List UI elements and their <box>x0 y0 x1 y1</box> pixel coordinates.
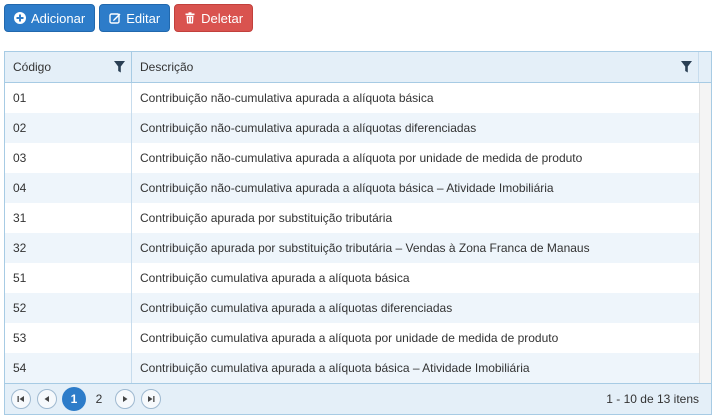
edit-button-label: Editar <box>126 10 161 26</box>
edit-icon <box>109 12 121 24</box>
column-header-code[interactable]: Código <box>5 52 132 82</box>
cell-description: Contribuição cumulativa apurada a alíquo… <box>140 361 530 375</box>
table-row[interactable]: 04 Contribuição não-cumulativa apurada a… <box>5 173 699 203</box>
cell-description: Contribuição não-cumulativa apurada a al… <box>140 121 477 135</box>
last-page-button[interactable] <box>141 389 161 409</box>
column-header-description-label: Descrição <box>140 60 194 74</box>
cell-description: Contribuição não-cumulativa apurada a al… <box>140 91 434 105</box>
first-page-icon <box>17 396 24 402</box>
page-2-button[interactable]: 2 <box>93 387 105 411</box>
prev-page-button[interactable] <box>37 389 57 409</box>
table-row[interactable]: 51 Contribuição cumulativa apurada a alí… <box>5 263 699 293</box>
vertical-scrollbar[interactable] <box>699 83 711 383</box>
first-page-button[interactable] <box>11 389 31 409</box>
cell-description: Contribuição apurada por substituição tr… <box>140 211 393 225</box>
header-scroll-spacer <box>699 52 711 82</box>
table-row[interactable]: 32 Contribuição apurada por substituição… <box>5 233 699 263</box>
cell-code: 03 <box>5 143 132 173</box>
next-page-button[interactable] <box>115 389 135 409</box>
cell-code: 01 <box>5 83 132 113</box>
plus-circle-icon <box>14 12 26 24</box>
column-header-code-label: Código <box>13 60 52 74</box>
pager-info: 1 - 10 de 13 itens <box>606 392 699 406</box>
filter-icon[interactable] <box>114 61 125 73</box>
delete-button-label: Deletar <box>201 10 244 26</box>
cell-code: 31 <box>5 203 132 233</box>
table-row[interactable]: 03 Contribuição não-cumulativa apurada a… <box>5 143 699 173</box>
column-header-description[interactable]: Descrição <box>132 52 699 82</box>
grid-body: 01 Contribuição não-cumulativa apurada a… <box>5 83 699 383</box>
cell-code: 54 <box>5 353 132 383</box>
filter-icon[interactable] <box>681 61 692 73</box>
table-row[interactable]: 01 Contribuição não-cumulativa apurada a… <box>5 83 699 113</box>
cell-code: 32 <box>5 233 132 263</box>
pager: 1 2 1 - 10 de 13 itens <box>5 383 711 414</box>
cell-code: 52 <box>5 293 132 323</box>
edit-button[interactable]: Editar <box>99 4 171 32</box>
cell-code: 51 <box>5 263 132 293</box>
cell-code: 53 <box>5 323 132 353</box>
cell-description: Contribuição não-cumulativa apurada a al… <box>140 151 583 165</box>
add-button-label: Adicionar <box>31 10 86 26</box>
cell-code: 04 <box>5 173 132 203</box>
table-row[interactable]: 31 Contribuição apurada por substituição… <box>5 203 699 233</box>
trash-icon <box>184 12 196 24</box>
data-grid: Código Descrição 01 Contribuição não-cum… <box>4 51 712 415</box>
grid-header: Código Descrição <box>5 52 711 83</box>
table-row[interactable]: 54 Contribuição cumulativa apurada a alí… <box>5 353 699 383</box>
cell-code: 02 <box>5 113 132 143</box>
cell-description: Contribuição apurada por substituição tr… <box>140 241 590 255</box>
table-row[interactable]: 53 Contribuição cumulativa apurada a alí… <box>5 323 699 353</box>
cell-description: Contribuição não-cumulativa apurada a al… <box>140 181 554 195</box>
cell-description: Contribuição cumulativa apurada a alíquo… <box>140 271 410 285</box>
next-page-icon <box>123 396 128 402</box>
prev-page-icon <box>44 396 49 402</box>
last-page-icon <box>148 396 155 402</box>
cell-description: Contribuição cumulativa apurada a alíquo… <box>140 331 559 345</box>
table-row[interactable]: 52 Contribuição cumulativa apurada a alí… <box>5 293 699 323</box>
toolbar: Adicionar Editar Deletar <box>4 4 254 32</box>
cell-description: Contribuição cumulativa apurada a alíquo… <box>140 301 453 315</box>
add-button[interactable]: Adicionar <box>4 4 96 32</box>
page-1-button[interactable]: 1 <box>62 387 86 411</box>
delete-button[interactable]: Deletar <box>174 4 254 32</box>
table-row[interactable]: 02 Contribuição não-cumulativa apurada a… <box>5 113 699 143</box>
